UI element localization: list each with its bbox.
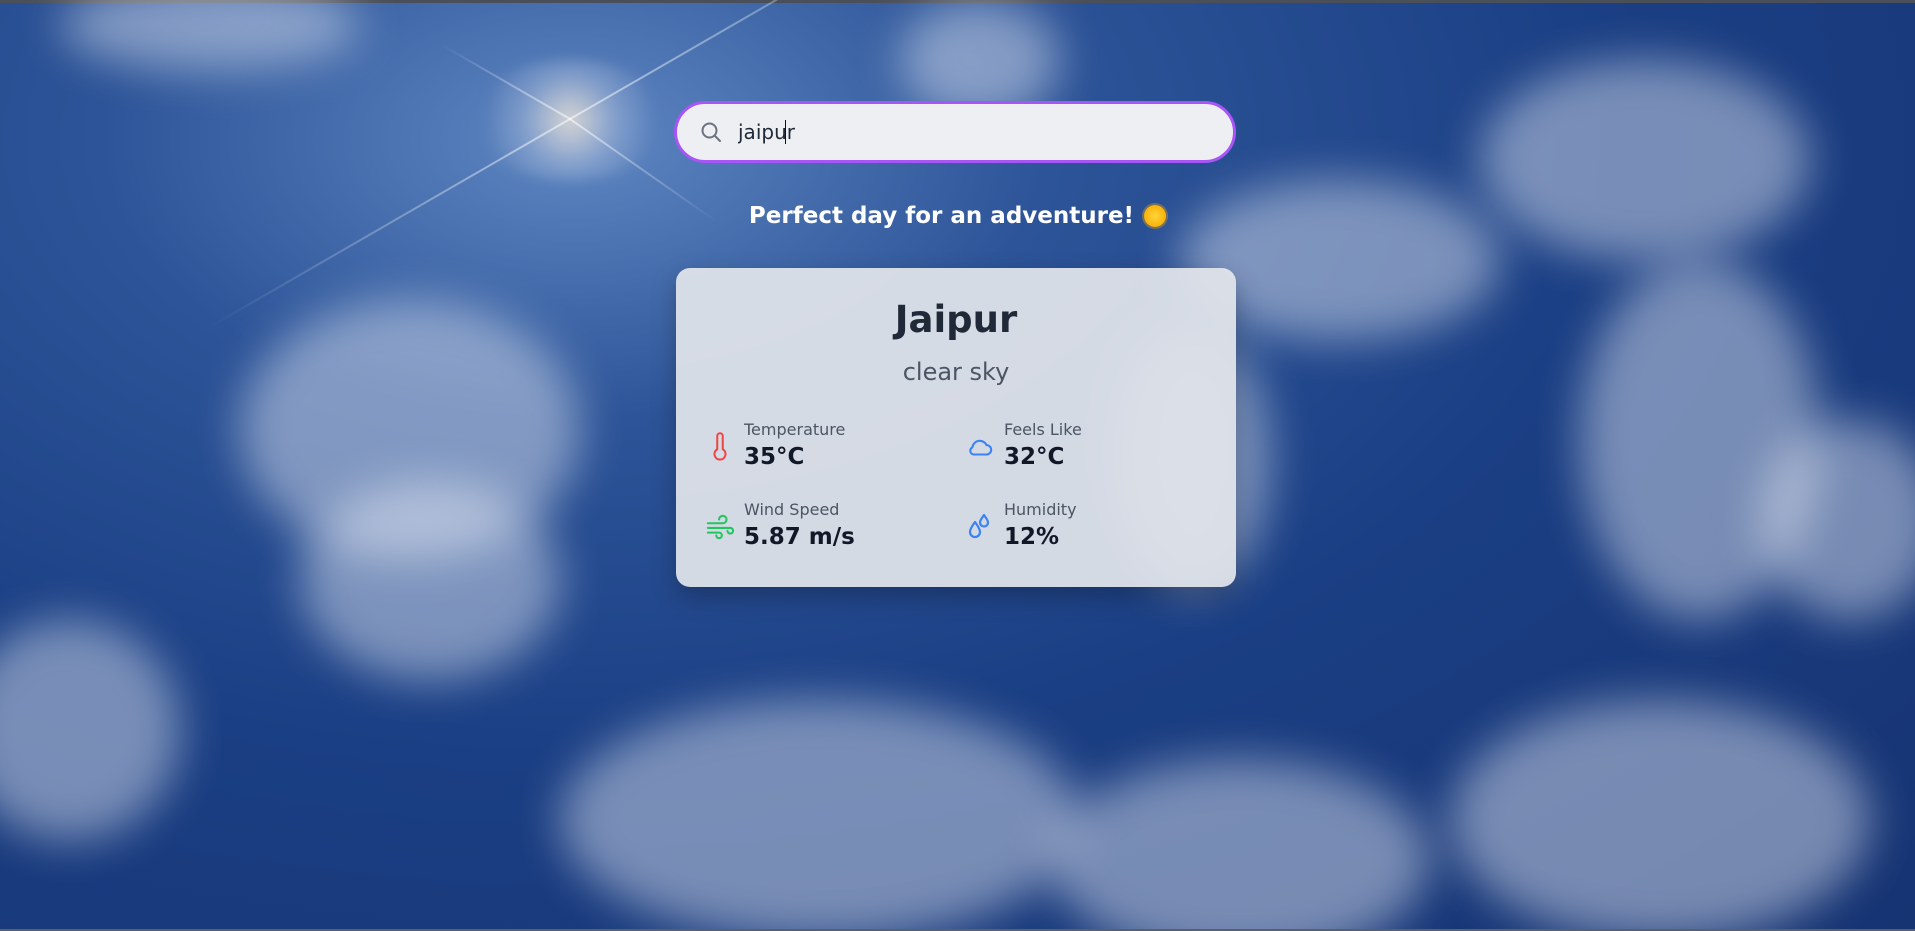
weather-app-screen: Perfect day for an adventure! Jaipur cle… xyxy=(0,0,1915,931)
weather-description: clear sky xyxy=(902,358,1010,386)
sun-icon xyxy=(1144,205,1167,227)
search-icon xyxy=(698,119,724,145)
cloud-icon xyxy=(966,430,994,464)
city-search-input[interactable] xyxy=(736,119,1220,145)
tagline-text: Perfect day for an adventure! xyxy=(748,203,1135,229)
stat-value: 35°C xyxy=(744,444,805,470)
weather-tagline: Perfect day for an adventure! xyxy=(560,203,1355,229)
stat-temperature: Temperature 35°C xyxy=(706,420,845,474)
weather-card: Jaipur clear sky Temperature 35°C Feels … xyxy=(676,268,1236,587)
city-search-box[interactable] xyxy=(674,101,1236,163)
wind-icon xyxy=(706,510,734,544)
stat-value: 12% xyxy=(1004,524,1060,550)
droplets-icon xyxy=(966,510,994,544)
stat-feels-like: Feels Like 32°C xyxy=(966,420,1082,474)
stat-value: 5.87 m/s xyxy=(744,524,855,550)
thermometer-icon xyxy=(706,430,734,464)
text-caret xyxy=(785,120,786,144)
city-name: Jaipur xyxy=(894,298,1018,341)
stat-wind-speed: Wind Speed 5.87 m/s xyxy=(706,500,855,554)
stat-label: Temperature xyxy=(744,420,846,439)
stat-value: 32°C xyxy=(1004,444,1065,470)
stat-label: Wind Speed xyxy=(744,500,840,519)
stat-label: Feels Like xyxy=(1004,420,1082,439)
stat-humidity: Humidity 12% xyxy=(966,500,1077,554)
stat-label: Humidity xyxy=(1004,500,1077,519)
